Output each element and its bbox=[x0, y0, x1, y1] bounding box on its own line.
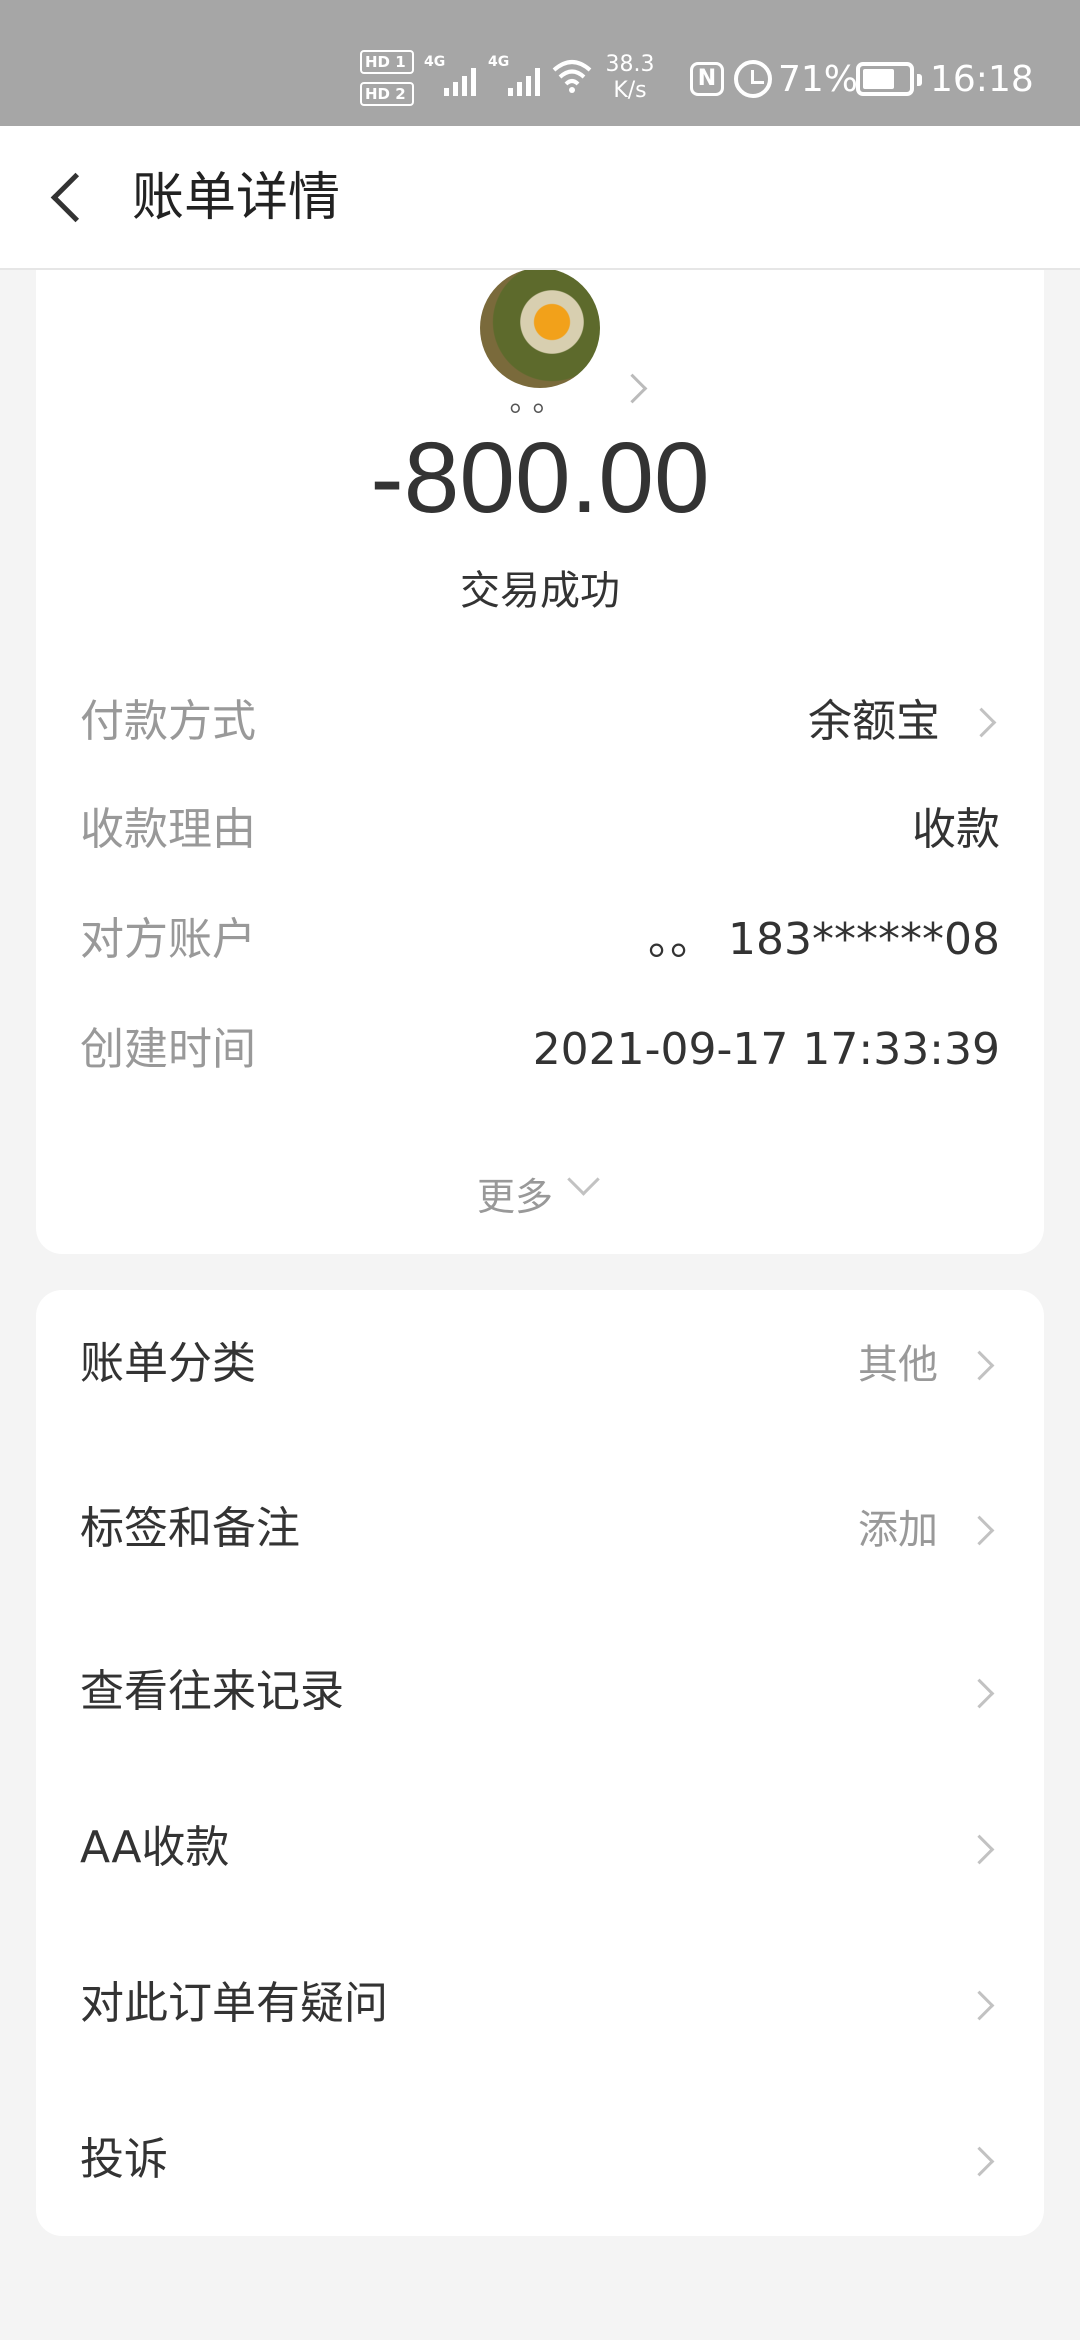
menu-item-label: 标签和备注 bbox=[80, 1503, 300, 1554]
signal-icon-sim1 bbox=[444, 60, 476, 96]
menu-item-view-history[interactable]: 查看往来记录 bbox=[36, 1618, 1044, 1768]
menu-item-aa-collect[interactable]: AA收款 bbox=[36, 1774, 1044, 1924]
speed-value: 38.3 bbox=[605, 52, 655, 77]
chevron-right-icon bbox=[966, 707, 997, 738]
detail-row-reason: 收款理由 收款 bbox=[80, 800, 1000, 860]
more-label: 更多 bbox=[476, 1175, 553, 1219]
alarm-icon bbox=[734, 60, 772, 98]
detail-label: 对方账户 bbox=[80, 914, 256, 965]
menu-item-label: 对此订单有疑问 bbox=[80, 1978, 388, 2029]
detail-label: 收款理由 bbox=[80, 804, 256, 855]
detail-row-payment-method[interactable]: 付款方式 余额宝 bbox=[80, 692, 1000, 752]
menu-item-tags-notes[interactable]: 标签和备注 添加 bbox=[36, 1455, 1044, 1605]
menu-item-bill-category[interactable]: 账单分类 其他 bbox=[36, 1290, 1044, 1440]
speed-unit: K/s bbox=[613, 78, 647, 103]
detail-value: 余额宝 bbox=[808, 696, 940, 747]
battery-icon bbox=[856, 62, 922, 96]
back-button[interactable] bbox=[40, 156, 120, 236]
menu-item-order-question[interactable]: 对此订单有疑问 bbox=[36, 1930, 1044, 2080]
chevron-right-icon bbox=[964, 1990, 995, 2021]
detail-label: 付款方式 bbox=[80, 696, 256, 747]
network-speed: 38.3 K/s bbox=[600, 52, 660, 104]
page-title: 账单详情 bbox=[132, 168, 341, 228]
hd-indicator: HD 1 HD 2 bbox=[360, 50, 414, 114]
signal-icon-sim2 bbox=[508, 60, 540, 96]
chevron-right-icon bbox=[964, 1350, 995, 1381]
detail-row-created-time: 创建时间 2021-09-17 17:33:39 bbox=[80, 1020, 1000, 1080]
network-type-1: 4G bbox=[424, 54, 446, 70]
bill-actions-card: 账单分类 其他 标签和备注 添加 查看往来记录 AA收款 对此订单有疑问 投诉 bbox=[36, 1290, 1044, 2236]
menu-item-value: 添加 bbox=[858, 1507, 938, 1553]
transaction-amount: -800.00 bbox=[370, 422, 710, 534]
menu-item-complaint[interactable]: 投诉 bbox=[36, 2086, 1044, 2236]
transaction-status: 交易成功 bbox=[460, 568, 620, 614]
clock: 16:18 bbox=[930, 59, 1034, 100]
detail-label: 创建时间 bbox=[80, 1024, 256, 1075]
chevron-right-icon bbox=[964, 1678, 995, 1709]
menu-item-label: 查看往来记录 bbox=[80, 1666, 344, 1717]
detail-value: 。。 183******08 bbox=[648, 914, 1000, 965]
nfc-icon: N bbox=[690, 62, 724, 96]
menu-item-label: AA收款 bbox=[80, 1822, 230, 1873]
nav-header: 账单详情 bbox=[0, 126, 1080, 270]
status-bar: HD 1 HD 2 4G 4G 38.3 K/s N 71% 16:18 bbox=[0, 0, 1080, 126]
detail-value: 收款 bbox=[912, 804, 1000, 855]
menu-item-label: 投诉 bbox=[80, 2134, 168, 2185]
battery-percent: 71% bbox=[778, 59, 859, 100]
chevron-right-icon bbox=[964, 1515, 995, 1546]
hd2-badge: HD 2 bbox=[360, 82, 414, 106]
chevron-right-icon bbox=[964, 1834, 995, 1865]
bill-summary-card: 。。 -800.00 交易成功 付款方式 余额宝 收款理由 收款 对方账户 。。… bbox=[36, 240, 1044, 1254]
menu-item-value: 其他 bbox=[858, 1342, 938, 1388]
network-type-2: 4G bbox=[488, 54, 510, 70]
detail-value: 2021-09-17 17:33:39 bbox=[532, 1024, 1000, 1075]
more-toggle[interactable]: 更多 bbox=[36, 1163, 1044, 1221]
hd1-badge: HD 1 bbox=[360, 50, 414, 74]
battery-fill bbox=[863, 69, 894, 89]
payee-avatar[interactable] bbox=[480, 268, 600, 388]
wifi-icon bbox=[552, 60, 592, 93]
chevron-down-icon bbox=[567, 1163, 600, 1196]
menu-item-label: 账单分类 bbox=[80, 1338, 256, 1389]
detail-row-counterparty-account: 对方账户 。。 183******08 bbox=[80, 910, 1000, 970]
chevron-right-icon bbox=[964, 2146, 995, 2177]
